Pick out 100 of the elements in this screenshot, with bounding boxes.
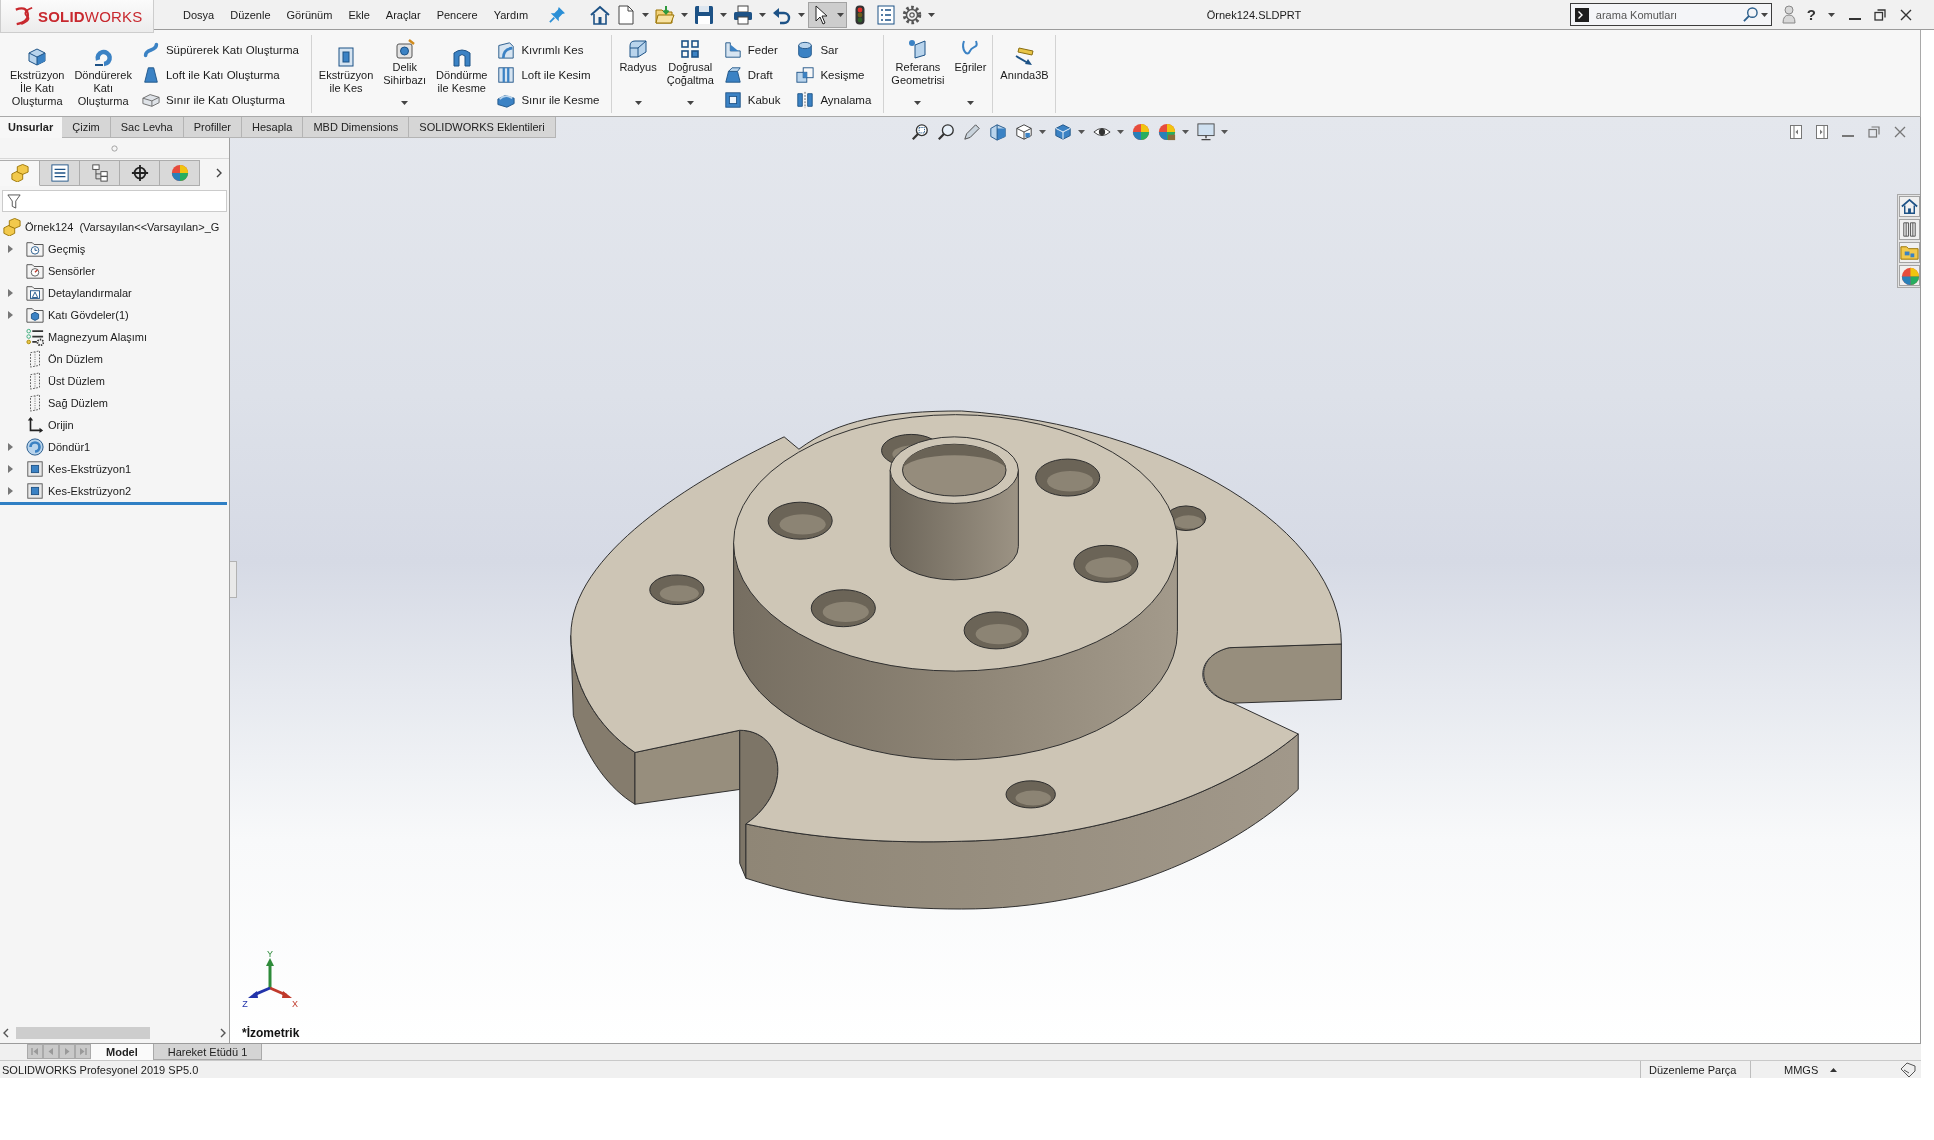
ribbon-button[interactable]: Sınır ile Katı Oluşturma bbox=[137, 87, 303, 113]
tree-item[interactable]: Döndür1 bbox=[48, 441, 91, 453]
ribbon-button[interactable]: Ekstrüzyon ile Kes bbox=[314, 35, 378, 113]
help-button[interactable]: ? bbox=[1806, 6, 1816, 23]
ribbon-button[interactable]: Delik Sihirbazı bbox=[379, 35, 431, 113]
user-icon[interactable] bbox=[1781, 5, 1796, 24]
ribbon-button[interactable]: Aynalama bbox=[792, 87, 876, 113]
filter-field[interactable] bbox=[2, 190, 227, 212]
panel-tab[interactable] bbox=[120, 160, 160, 186]
document-tab[interactable]: Model bbox=[91, 1044, 153, 1060]
ribbon-button[interactable]: Doğrusal Çoğaltma bbox=[662, 35, 718, 113]
ribbon-button[interactable]: Radyus bbox=[615, 35, 661, 113]
caret-up-icon[interactable] bbox=[1830, 1067, 1838, 1072]
tree-item[interactable]: Kes-Ekstrüzyon1 bbox=[48, 463, 132, 475]
command-tab[interactable]: SOLIDWORKS Eklentileri bbox=[409, 117, 556, 138]
color-wheel-tile-icon[interactable] bbox=[1899, 265, 1920, 286]
home-tile-icon[interactable] bbox=[1899, 196, 1920, 217]
caret-icon[interactable] bbox=[1117, 130, 1124, 134]
caret-right-icon[interactable] bbox=[7, 487, 13, 495]
tree-item[interactable]: Orijin bbox=[48, 419, 74, 431]
menu-item[interactable]: Düzenle bbox=[222, 8, 279, 21]
ribbon-button[interactable]: Draft bbox=[719, 62, 785, 88]
chevron-left-icon[interactable] bbox=[3, 1028, 9, 1038]
close-icon[interactable] bbox=[1900, 8, 1912, 21]
skip-start-icon[interactable] bbox=[27, 1044, 43, 1059]
tree-item[interactable]: Sensörler bbox=[48, 265, 96, 277]
tree-item[interactable]: Geçmiş bbox=[48, 243, 86, 255]
ribbon-button[interactable]: Döndürerek Katı Oluşturma bbox=[70, 35, 136, 113]
menu-item[interactable]: Yardım bbox=[485, 8, 537, 21]
two-columns-tile-icon[interactable] bbox=[1899, 219, 1920, 240]
minimize-icon[interactable] bbox=[1849, 17, 1861, 20]
caret-right-icon[interactable] bbox=[7, 465, 13, 473]
tree-item[interactable]: Detaylandırmalar bbox=[48, 287, 132, 299]
restore-icon[interactable] bbox=[1874, 8, 1886, 21]
ribbon-button[interactable]: Feder bbox=[719, 37, 785, 63]
document-tab[interactable]: Hareket Etüdü 1 bbox=[152, 1044, 263, 1060]
ribbon-button[interactable]: Sar bbox=[792, 37, 876, 63]
ribbon-button[interactable]: Kabuk bbox=[719, 87, 785, 113]
caret-icon[interactable] bbox=[1039, 130, 1046, 134]
command-tab[interactable]: MBD Dimensions bbox=[303, 117, 410, 138]
color-ball-icon[interactable] bbox=[1158, 123, 1176, 141]
splitter-handle[interactable] bbox=[230, 561, 237, 598]
menu-item[interactable]: Görünüm bbox=[278, 8, 341, 21]
pointer-button[interactable] bbox=[808, 1, 848, 28]
tag-icon[interactable] bbox=[1900, 1061, 1916, 1078]
command-tab[interactable]: Sac Levha bbox=[110, 117, 184, 138]
caret-icon[interactable] bbox=[1221, 130, 1228, 134]
ribbon-button[interactable]: Referans Geometrisi bbox=[887, 35, 949, 113]
tree-item[interactable]: Örnek124 (Varsayılan<<Varsayılan>_G bbox=[25, 221, 220, 233]
ribbon-button[interactable]: Loft ile Kesim bbox=[493, 62, 604, 88]
shaded-cube-icon[interactable] bbox=[1054, 123, 1072, 141]
tree-item[interactable]: Sağ Düzlem bbox=[48, 397, 108, 409]
menu-item[interactable]: Pencere bbox=[428, 8, 486, 21]
tree-item[interactable]: Magnezyum Alaşımı bbox=[48, 331, 148, 343]
tree-item[interactable]: Üst Düzlem bbox=[48, 375, 105, 387]
command-tab[interactable]: Unsurlar bbox=[0, 117, 63, 138]
tree-item[interactable]: Kes-Ekstrüzyon2 bbox=[48, 485, 132, 497]
chevron-right-icon[interactable] bbox=[216, 168, 222, 178]
tree-item[interactable]: Katı Gövdeler(1) bbox=[48, 309, 129, 321]
unit-system-button[interactable]: MMGS bbox=[1784, 1063, 1819, 1076]
pushpin-icon[interactable] bbox=[549, 6, 566, 23]
ribbon-button[interactable]: Kıvrımlı Kes bbox=[493, 37, 604, 63]
command-tab[interactable]: Hesapla bbox=[242, 117, 304, 138]
ribbon-button[interactable]: Döndürme ile Kesme bbox=[432, 35, 492, 113]
magnifier-frame-icon[interactable] bbox=[911, 123, 929, 141]
ribbon-button[interactable]: Süpürerek Katı Oluşturma bbox=[137, 37, 303, 63]
caret-icon[interactable] bbox=[1182, 130, 1189, 134]
caret-right-icon[interactable] bbox=[7, 443, 13, 451]
command-search-field[interactable]: arama Komutları bbox=[1569, 3, 1772, 26]
command-tab[interactable]: Profiller bbox=[183, 117, 243, 138]
search-icon[interactable] bbox=[1742, 7, 1758, 22]
magnifier-icon[interactable] bbox=[937, 123, 955, 141]
caret-right-icon[interactable] bbox=[7, 311, 13, 319]
scrollbar-thumb[interactable] bbox=[16, 1027, 150, 1039]
panel-tab[interactable] bbox=[80, 160, 120, 186]
ribbon-button[interactable]: Kesişme bbox=[792, 62, 876, 88]
tree-item[interactable]: Ön Düzlem bbox=[48, 353, 104, 365]
folder-tile-icon[interactable] bbox=[1899, 242, 1920, 263]
ribbon-button[interactable]: Loft ile Katı Oluşturma bbox=[137, 62, 303, 88]
caret-icon[interactable] bbox=[1760, 13, 1768, 17]
ribbon-button[interactable]: Eğriler bbox=[950, 35, 991, 113]
panel-right-icon[interactable] bbox=[1816, 125, 1828, 139]
chevron-right-icon[interactable] bbox=[220, 1028, 226, 1038]
pencil-icon[interactable] bbox=[963, 123, 981, 141]
caret-icon[interactable] bbox=[1078, 130, 1085, 134]
caret-icon[interactable] bbox=[1828, 12, 1835, 17]
menu-item[interactable]: Ekle bbox=[340, 8, 378, 21]
caret-right-icon[interactable] bbox=[7, 245, 13, 253]
menu-item[interactable]: Dosya bbox=[175, 8, 223, 21]
caret-right-icon[interactable] bbox=[7, 289, 13, 297]
ribbon-button[interactable]: Sınır ile Kesme bbox=[493, 87, 604, 113]
ribbon-button[interactable]: Ekstrüzyon İle Katı Oluşturma bbox=[6, 35, 69, 113]
menu-item[interactable]: Araçlar bbox=[377, 8, 429, 21]
split-cube-icon[interactable] bbox=[989, 123, 1007, 141]
command-tab[interactable]: Çizim bbox=[62, 117, 111, 138]
panel-left-icon[interactable] bbox=[1790, 125, 1802, 139]
monitor-icon[interactable] bbox=[1197, 123, 1215, 141]
cube-outline-icon[interactable] bbox=[1015, 123, 1033, 141]
color-ball-icon[interactable] bbox=[1132, 123, 1150, 141]
ribbon-button[interactable]: Anında3B bbox=[996, 35, 1053, 113]
